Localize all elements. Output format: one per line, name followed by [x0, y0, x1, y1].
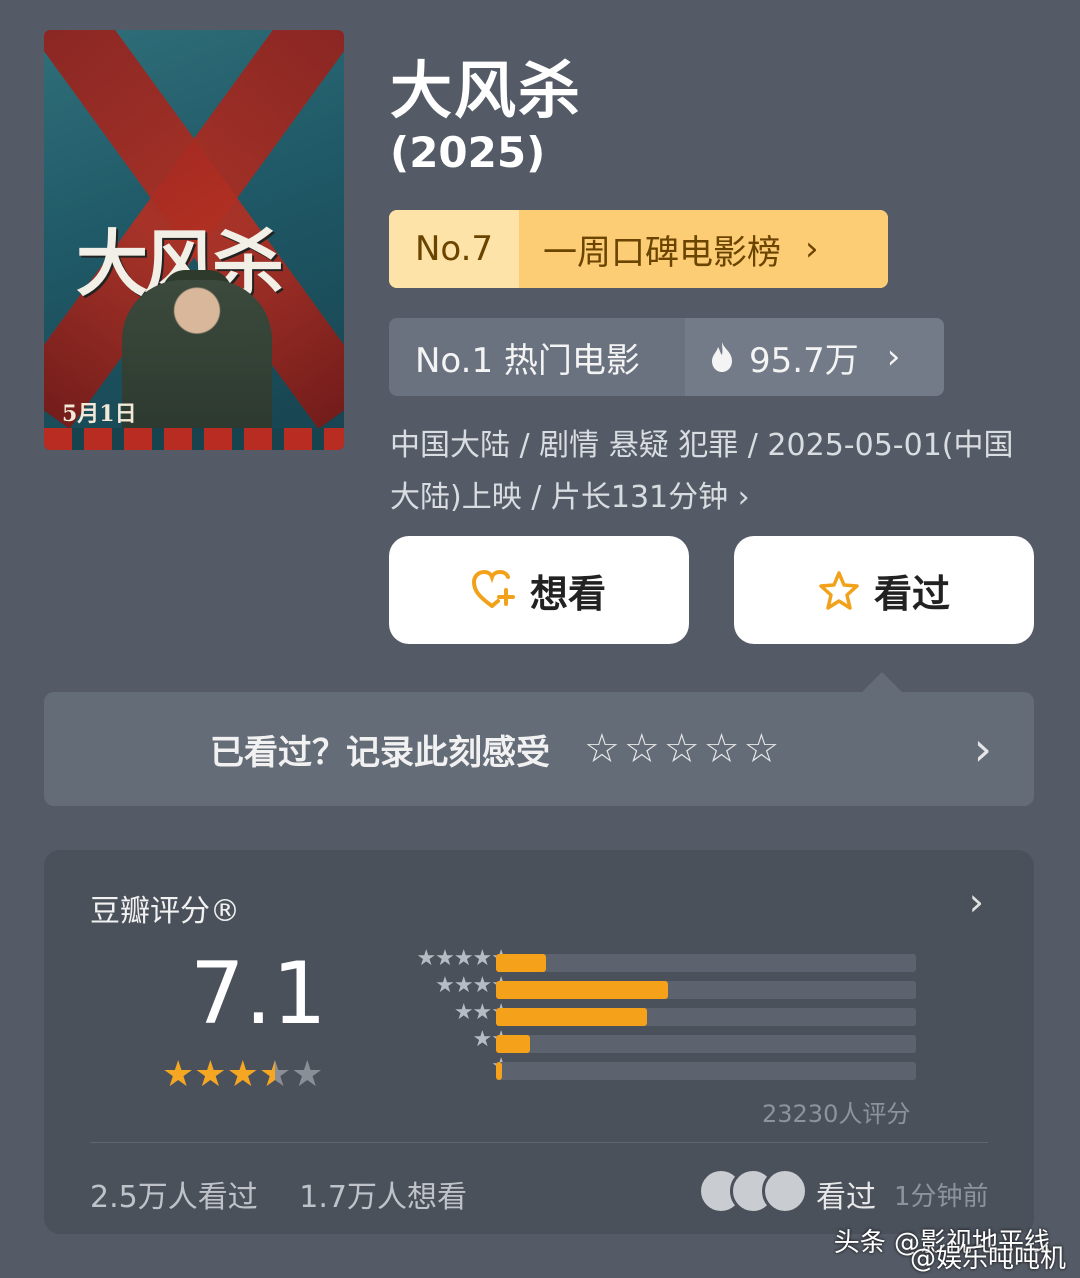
- star-outline-icon: [819, 571, 859, 610]
- record-pointer: [862, 672, 902, 692]
- want-count: 1.7万人想看: [299, 1180, 467, 1215]
- histogram-track: [496, 1062, 916, 1080]
- histogram-bar: [496, 1062, 503, 1080]
- rating-input-stars[interactable]: ☆☆☆☆☆: [584, 726, 783, 772]
- record-prompt: 已看过？记录此刻感受: [210, 732, 550, 773]
- want-to-watch-label: 想看: [529, 571, 606, 616]
- histogram-bar: [496, 954, 547, 972]
- recent-activity-time: 1分钟前: [894, 1182, 989, 1212]
- heat-section: 95.7万 ›: [685, 318, 944, 396]
- poster-strip: [44, 428, 344, 450]
- watched-button[interactable]: 看过: [734, 536, 1034, 644]
- histogram-row: ★★: [374, 1027, 934, 1058]
- poster-date: 5月1日: [62, 401, 137, 427]
- divider: [90, 1142, 988, 1143]
- recent-avatars[interactable]: [698, 1168, 808, 1214]
- movie-year: (2025): [390, 128, 546, 177]
- chevron-right-icon: ›: [886, 337, 901, 377]
- watermark: @娱乐吨吨机: [909, 1244, 1066, 1274]
- histogram-track: [496, 1008, 916, 1026]
- record-feeling-bar[interactable]: 已看过？记录此刻感受 ☆☆☆☆☆ ›: [44, 692, 1034, 806]
- rating-histogram: ★★★★★★★★★★★★★★★: [374, 946, 934, 1085]
- rating-stars: ★★★★★: [162, 1054, 323, 1095]
- weekly-rank-badge[interactable]: No.7 一周口碑电影榜 ›: [389, 210, 888, 288]
- rating-score: 7.1: [190, 944, 327, 1044]
- histogram-row: ★: [374, 1054, 934, 1085]
- weekly-rank-label: 一周口碑电影榜: [543, 232, 781, 273]
- weekly-rank-number: No.7: [389, 210, 519, 288]
- watched-label: 看过: [873, 571, 950, 616]
- chevron-right-icon[interactable]: ›: [969, 880, 984, 924]
- histogram-track: [496, 1035, 916, 1053]
- chevron-right-icon: ›: [973, 722, 992, 776]
- histogram-track: [496, 981, 916, 999]
- histogram-bar: [496, 981, 669, 999]
- movie-title: 大风杀: [390, 54, 583, 127]
- flame-icon: [712, 342, 732, 372]
- seen-count: 2.5万人看过: [90, 1180, 258, 1215]
- movie-poster[interactable]: 大风杀 5月1日: [44, 30, 344, 450]
- histogram-bar: [496, 1008, 648, 1026]
- watch-stats[interactable]: 2.5万人看过 1.7万人想看: [90, 1172, 467, 1216]
- movie-info-line[interactable]: 中国大陆 / 剧情 悬疑 犯罪 / 2025-05-01(中国大陆)上映 / 片…: [390, 420, 1030, 524]
- recent-activity-label: 看过: [816, 1180, 876, 1215]
- histogram-row: ★★★: [374, 1000, 934, 1031]
- hot-rank-label: No.1 热门电影: [415, 340, 640, 381]
- poster-figure: [122, 280, 272, 450]
- star-icon: ★: [258, 1054, 292, 1095]
- douban-rating-card[interactable]: 豆瓣评分® › 7.1 ★★★★★ ★★★★★★★★★★★★★★★ 23230人…: [44, 850, 1034, 1234]
- heat-value: 95.7万: [749, 340, 859, 381]
- vote-count: 23230人评分: [762, 1100, 911, 1128]
- hot-rank-badge[interactable]: No.1 热门电影 95.7万 ›: [389, 318, 944, 396]
- chevron-right-icon: ›: [805, 229, 819, 269]
- avatar: [762, 1168, 808, 1214]
- histogram-bar: [496, 1035, 530, 1053]
- star-icon: ★: [162, 1054, 195, 1095]
- star-icon: ★: [226, 1054, 259, 1095]
- want-to-watch-button[interactable]: 想看: [389, 536, 689, 644]
- star-icon: ★: [194, 1054, 227, 1095]
- rating-card-label: 豆瓣评分®: [90, 894, 240, 929]
- heart-plus-icon: [471, 570, 515, 608]
- weekly-rank-label-wrap: 一周口碑电影榜 ›: [519, 210, 888, 288]
- histogram-track: [496, 954, 916, 972]
- star-icon: ★: [291, 1054, 324, 1095]
